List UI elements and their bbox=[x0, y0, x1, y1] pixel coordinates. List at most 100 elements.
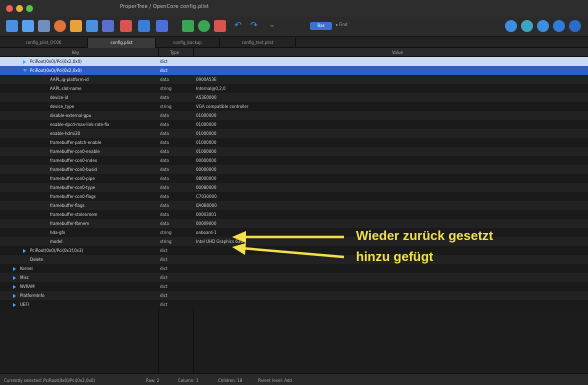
tree-row[interactable]: framebuffer-flags data 0A0B0000 bbox=[0, 201, 588, 210]
row-value[interactable]: 00000000 bbox=[196, 156, 216, 165]
tree-row[interactable]: enable-hdmi20 data 01000000 bbox=[0, 129, 588, 138]
tree-row[interactable]: hda-gfx string onboard-1 bbox=[0, 228, 588, 237]
tree-row[interactable]: device-id data A53E0000 bbox=[0, 93, 588, 102]
tree-row[interactable]: framebuffer-con0-type data 00080000 bbox=[0, 183, 588, 192]
expand-arrow-icon[interactable] bbox=[13, 267, 16, 271]
row-value[interactable]: Intel UHD Graphics 630 bbox=[196, 237, 243, 246]
row-type[interactable]: string bbox=[160, 228, 171, 237]
expand-arrow-icon[interactable] bbox=[13, 303, 16, 307]
add-child-icon[interactable] bbox=[198, 20, 210, 32]
tree-row[interactable]: PlatformInfo dict bbox=[0, 291, 588, 300]
tree-row[interactable]: framebuffer-con0-flags data C7030000 bbox=[0, 192, 588, 201]
tree-row[interactable]: framebuffer-fbmem data 00009000 bbox=[0, 219, 588, 228]
row-value[interactable]: 08000000 bbox=[196, 174, 216, 183]
row-value[interactable]: 00000000 bbox=[196, 165, 216, 174]
row-type[interactable]: data bbox=[160, 147, 169, 156]
delete-icon[interactable] bbox=[120, 20, 132, 32]
row-value[interactable]: 01000000 bbox=[196, 138, 216, 147]
row-value[interactable]: 01000000 bbox=[196, 111, 216, 120]
row-type[interactable]: dict bbox=[160, 282, 167, 291]
globe-icon[interactable] bbox=[505, 20, 517, 32]
row-value[interactable]: C7030000 bbox=[196, 192, 217, 201]
row-type[interactable]: string bbox=[160, 84, 171, 93]
row-type[interactable]: data bbox=[160, 120, 169, 129]
row-value[interactable]: 01000000 bbox=[196, 120, 216, 129]
find-field[interactable]: ▸ Find bbox=[336, 22, 347, 27]
row-value[interactable]: 00003001 bbox=[196, 210, 216, 219]
row-type[interactable]: data bbox=[160, 210, 169, 219]
tree-row[interactable]: UEFI dict bbox=[0, 300, 588, 309]
expand-arrow-icon[interactable] bbox=[23, 60, 26, 64]
tree-row[interactable]: framebuffer-con0-index data 00000000 bbox=[0, 156, 588, 165]
row-value[interactable]: 00009000 bbox=[196, 219, 216, 228]
tree-row[interactable]: Misc dict bbox=[0, 273, 588, 282]
undo-icon[interactable]: ↶ bbox=[232, 20, 244, 32]
row-type[interactable]: data bbox=[160, 75, 169, 84]
minimize-window-button[interactable] bbox=[16, 5, 23, 12]
row-type[interactable]: string bbox=[160, 237, 171, 246]
type-column-header[interactable]: Type bbox=[170, 50, 179, 55]
paste-icon[interactable] bbox=[102, 20, 114, 32]
tree-row[interactable]: PciRoot(0x0)/Pci(0x2,0x0) dict bbox=[0, 57, 588, 66]
tree-row[interactable]: AAPL,slot-name string Internal@0,2,0 bbox=[0, 84, 588, 93]
row-type[interactable]: dict bbox=[160, 300, 167, 309]
row-type[interactable]: data bbox=[160, 129, 169, 138]
tree-row[interactable]: enable-dpcd-max-link-rate-fix data 0100000… bbox=[0, 120, 588, 129]
tab-config-oc06[interactable]: config_plist_OC06 bbox=[0, 38, 88, 48]
tree-row[interactable]: disable-external-gpu data 01000000 bbox=[0, 111, 588, 120]
close-window-button[interactable] bbox=[6, 5, 13, 12]
row-value[interactable]: 00080000 bbox=[196, 183, 216, 192]
row-type[interactable]: data bbox=[160, 138, 169, 147]
row-value[interactable]: onboard-1 bbox=[196, 228, 217, 237]
row-type[interactable]: data bbox=[160, 111, 169, 120]
row-type[interactable]: dict bbox=[160, 264, 167, 273]
row-type[interactable]: dict bbox=[160, 273, 167, 282]
tree-row[interactable]: AAPL,ig-platform-id data 0900A53E bbox=[0, 75, 588, 84]
row-type[interactable]: string bbox=[160, 102, 171, 111]
key-column-header[interactable]: Key bbox=[72, 50, 79, 55]
tree-row[interactable]: Delete dict bbox=[0, 255, 588, 264]
row-value[interactable]: 0900A53E bbox=[196, 75, 217, 84]
row-value[interactable]: VGA compatible controller bbox=[196, 102, 249, 111]
tree-row[interactable]: framebuffer-con0-enable data 01000000 bbox=[0, 147, 588, 156]
expand-arrow-icon[interactable] bbox=[13, 294, 16, 298]
copy-icon[interactable] bbox=[86, 20, 98, 32]
row-type[interactable]: data bbox=[160, 183, 169, 192]
folder-icon[interactable] bbox=[70, 20, 82, 32]
row-type[interactable]: data bbox=[160, 165, 169, 174]
tree-row[interactable]: NVRAM dict bbox=[0, 282, 588, 291]
row-type[interactable]: data bbox=[160, 201, 169, 210]
collapse-arrow-icon[interactable] bbox=[23, 69, 27, 72]
expand-arrow-icon[interactable] bbox=[23, 249, 26, 253]
row-type[interactable]: data bbox=[160, 93, 169, 102]
row-value[interactable]: 0A0B0000 bbox=[196, 201, 217, 210]
format-badge[interactable]: Bas bbox=[310, 22, 332, 30]
tree-row[interactable]: framebuffer-stolenmem data 00003001 bbox=[0, 210, 588, 219]
row-type[interactable]: dict bbox=[160, 255, 167, 264]
row-type[interactable]: dict bbox=[160, 246, 167, 255]
row-type[interactable]: data bbox=[160, 174, 169, 183]
sync-icon[interactable] bbox=[521, 20, 533, 32]
open-file-icon[interactable] bbox=[22, 20, 34, 32]
value-column-header[interactable]: Value bbox=[392, 50, 403, 55]
help-icon[interactable] bbox=[569, 20, 581, 32]
tree-row[interactable]: device_type string VGA compatible controll… bbox=[0, 102, 588, 111]
tab-config[interactable]: config.plist bbox=[88, 38, 156, 48]
row-type[interactable]: dict bbox=[160, 291, 167, 300]
list-icon[interactable] bbox=[156, 20, 168, 32]
tree-row[interactable]: framebuffer-con0-busid data 00000000 bbox=[0, 165, 588, 174]
row-type[interactable]: dict bbox=[160, 57, 167, 66]
tab-config-backup[interactable]: config_backup bbox=[156, 38, 220, 48]
row-value[interactable]: Internal@0,2,0 bbox=[196, 84, 226, 93]
row-type[interactable]: data bbox=[160, 219, 169, 228]
save-icon[interactable] bbox=[38, 20, 50, 32]
row-value[interactable]: 01000000 bbox=[196, 147, 216, 156]
reload-icon[interactable] bbox=[54, 20, 66, 32]
info-icon[interactable] bbox=[537, 20, 549, 32]
zoom-window-button[interactable] bbox=[26, 5, 33, 12]
tree-row[interactable]: PciRoot(0x0)/Pci(0x1f,0x3) dict bbox=[0, 246, 588, 255]
expand-arrow-icon[interactable] bbox=[13, 285, 16, 289]
add-icon[interactable] bbox=[182, 20, 194, 32]
grid-icon[interactable] bbox=[138, 20, 150, 32]
new-file-icon[interactable] bbox=[6, 20, 18, 32]
